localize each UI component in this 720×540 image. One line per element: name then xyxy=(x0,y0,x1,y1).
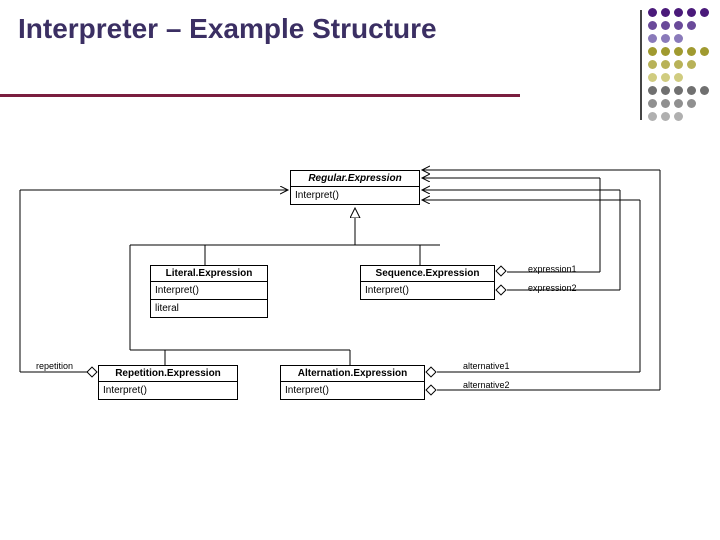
class-repetition-method: Interpret() xyxy=(99,382,237,399)
diamond-icon xyxy=(425,366,436,377)
decoration-separator xyxy=(640,10,642,120)
label-repetition: repetition xyxy=(36,361,73,371)
class-repetition-title: Repetition.Expression xyxy=(99,366,237,382)
class-sequence-expression: Sequence.Expression Interpret() xyxy=(360,265,495,300)
diamond-icon xyxy=(86,366,97,377)
class-literal-attr: literal xyxy=(151,300,267,317)
title-underline xyxy=(0,94,520,97)
uml-diagram: Regular.Expression Interpret() Literal.E… xyxy=(0,160,720,480)
class-regular-title: Regular.Expression xyxy=(291,171,419,187)
connectors xyxy=(0,160,720,480)
class-alternation-method: Interpret() xyxy=(281,382,424,399)
class-literal-method: Interpret() xyxy=(151,282,267,300)
decoration-dots xyxy=(648,8,710,122)
class-literal-expression: Literal.Expression Interpret() literal xyxy=(150,265,268,318)
label-expression2: expression2 xyxy=(528,283,577,293)
class-literal-title: Literal.Expression xyxy=(151,266,267,282)
class-sequence-method: Interpret() xyxy=(361,282,494,299)
class-alternation-title: Alternation.Expression xyxy=(281,366,424,382)
label-alternative1: alternative1 xyxy=(463,361,510,371)
class-regular-expression: Regular.Expression Interpret() xyxy=(290,170,420,205)
label-expression1: expression1 xyxy=(528,264,577,274)
class-repetition-expression: Repetition.Expression Interpret() xyxy=(98,365,238,400)
diamond-icon xyxy=(495,265,506,276)
class-sequence-title: Sequence.Expression xyxy=(361,266,494,282)
class-regular-method: Interpret() xyxy=(291,187,419,204)
label-alternative2: alternative2 xyxy=(463,380,510,390)
page-title: Interpreter – Example Structure xyxy=(18,12,437,46)
diamond-icon xyxy=(495,284,506,295)
diamond-icon xyxy=(425,384,436,395)
class-alternation-expression: Alternation.Expression Interpret() xyxy=(280,365,425,400)
